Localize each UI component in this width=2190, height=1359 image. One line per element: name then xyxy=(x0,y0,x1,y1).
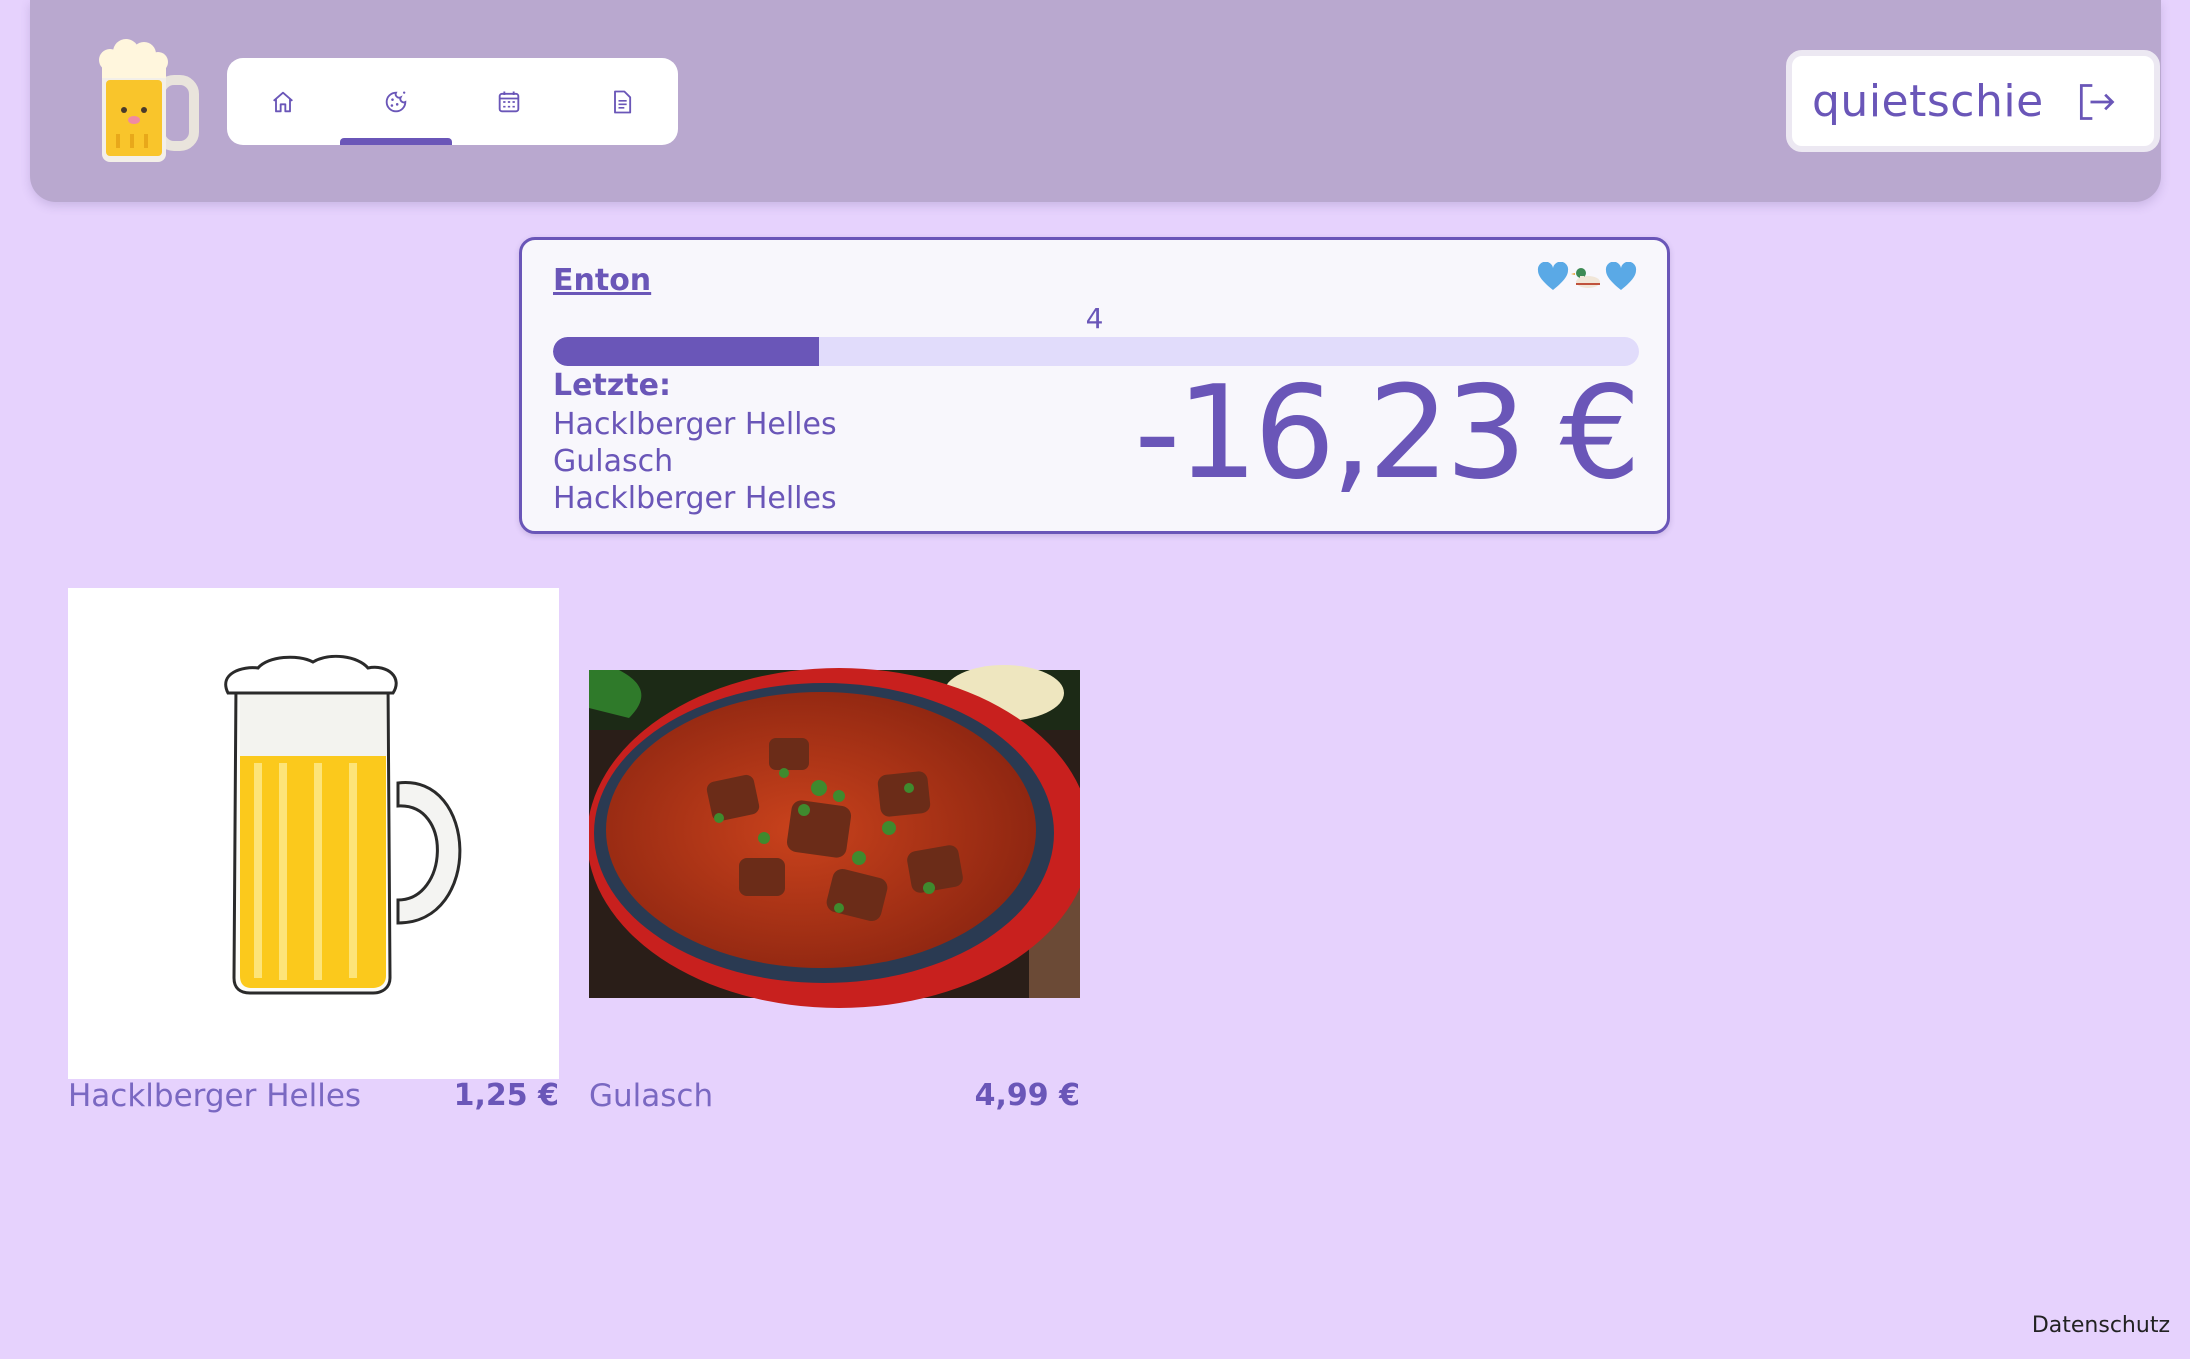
cookie-icon xyxy=(385,91,407,112)
nav-home[interactable] xyxy=(227,58,339,145)
product-card-goulash[interactable]: Gulasch 4,99 € xyxy=(587,588,1091,1114)
home-icon xyxy=(273,91,293,112)
product-price: 4,99 € xyxy=(974,1078,1080,1113)
last-purchases-list: Hacklberger Helles Gulasch Hacklberger H… xyxy=(553,406,837,517)
last-purchase-item: Hacklberger Helles xyxy=(553,481,837,516)
last-purchase-item: Gulasch xyxy=(553,444,674,479)
beer-mug-image[interactable] xyxy=(68,588,559,1079)
product-name: Hacklberger Helles xyxy=(68,1078,362,1114)
level-indicator: 4 xyxy=(1085,302,1104,335)
account-card: Enton 4 Letzte: Hacklberger Helles Gulas… xyxy=(519,237,1670,534)
nav-products[interactable] xyxy=(340,58,452,145)
main-navigation xyxy=(227,58,678,145)
document-icon xyxy=(614,90,632,113)
duck-icon xyxy=(1571,268,1600,288)
nav-calendar[interactable] xyxy=(453,58,565,145)
account-balance: -16,23 € xyxy=(1134,359,1641,508)
badge-group xyxy=(1537,262,1637,292)
calendar-icon xyxy=(498,91,520,112)
product-price: 1,25 € xyxy=(453,1078,559,1113)
last-purchase-item: Hacklberger Helles xyxy=(553,407,837,442)
product-name: Gulasch xyxy=(589,1078,714,1114)
account-name-link[interactable]: Enton xyxy=(553,263,651,298)
last-purchases-label: Letzte: xyxy=(553,368,671,403)
level-progress-fill xyxy=(553,337,820,366)
nav-documents[interactable] xyxy=(566,58,678,145)
logout-icon xyxy=(2079,84,2115,120)
goulash-image[interactable] xyxy=(587,588,1091,1079)
privacy-link[interactable]: Datenschutz xyxy=(2032,1313,2170,1338)
blue-heart-icon xyxy=(1537,262,1569,290)
username: quietschie xyxy=(1812,75,2044,127)
top-bar: quietschie xyxy=(30,0,2161,202)
beer-mug-logo[interactable] xyxy=(96,36,200,166)
user-logout-button[interactable]: quietschie xyxy=(1786,50,2160,152)
product-card-beer[interactable]: Hacklberger Helles 1,25 € xyxy=(68,588,559,1114)
blue-heart-icon xyxy=(1605,262,1637,290)
